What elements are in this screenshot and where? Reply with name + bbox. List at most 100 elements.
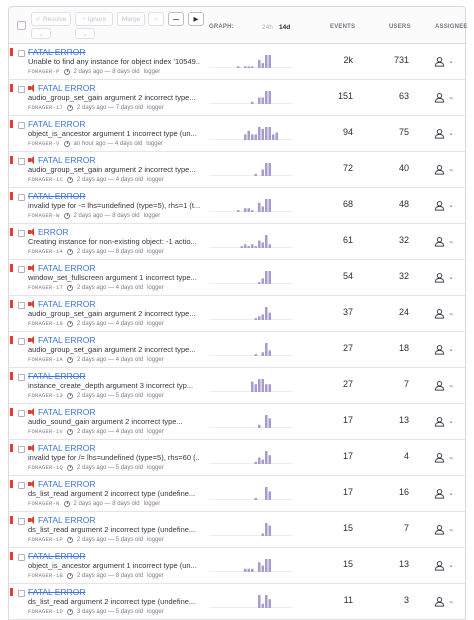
- assignee-selector[interactable]: ⌄: [434, 559, 456, 571]
- events-column-header[interactable]: EVENTS: [330, 24, 355, 30]
- issue-row[interactable]: FATAL ERROR audio_group_set_gain argumen…: [8, 296, 466, 332]
- assignee-selector[interactable]: ⌄: [434, 163, 456, 175]
- issue-title-line[interactable]: FATAL ERROR: [28, 371, 85, 381]
- issue-logger[interactable]: logger: [144, 501, 161, 507]
- issue-checkbox[interactable]: [18, 86, 25, 93]
- issue-short-id[interactable]: FORAGER-P: [28, 68, 60, 75]
- assignee-selector[interactable]: ⌄: [434, 379, 456, 391]
- issue-row[interactable]: FATAL ERROR audio_sound_gain argument 2 …: [8, 404, 466, 440]
- issue-checkbox[interactable]: [18, 446, 25, 453]
- issue-title[interactable]: FATAL ERROR: [38, 155, 95, 165]
- select-all-checkbox[interactable]: [17, 21, 26, 30]
- issue-short-id[interactable]: FORAGER-1C: [28, 176, 63, 183]
- issue-short-id[interactable]: FORAGER-14: [28, 248, 63, 255]
- assignee-selector[interactable]: ⌄: [434, 307, 456, 319]
- issue-title[interactable]: FATAL ERROR: [28, 371, 85, 381]
- issue-title[interactable]: FATAL ERROR: [38, 83, 95, 93]
- issue-title[interactable]: FATAL ERROR: [38, 443, 95, 453]
- issue-checkbox[interactable]: [18, 554, 25, 561]
- issue-title[interactable]: FATAL ERROR: [38, 479, 95, 489]
- issue-checkbox[interactable]: [18, 122, 25, 129]
- issue-title[interactable]: FATAL ERROR: [28, 47, 85, 57]
- issue-logger[interactable]: logger: [146, 141, 163, 147]
- merge-button[interactable]: Merge: [117, 12, 145, 26]
- issue-row[interactable]: ERROR Creating instance for non-existing…: [8, 224, 466, 260]
- resolve-button[interactable]: ✓ Resolve: [31, 12, 71, 26]
- issue-checkbox[interactable]: [18, 482, 25, 489]
- issue-short-id[interactable]: FORAGER-1Q: [28, 464, 63, 471]
- assignee-selector[interactable]: ⌄: [434, 415, 456, 427]
- issue-title-line[interactable]: FATAL ERROR: [28, 407, 95, 417]
- issue-title-line[interactable]: FATAL ERROR: [28, 479, 95, 489]
- issue-logger[interactable]: logger: [147, 609, 164, 615]
- issue-logger[interactable]: logger: [147, 357, 164, 363]
- issue-title-line[interactable]: FATAL ERROR: [28, 587, 85, 597]
- issue-short-id[interactable]: FORAGER-1P: [28, 536, 63, 543]
- issue-short-id[interactable]: FORAGER-1V: [28, 428, 63, 435]
- issue-logger[interactable]: logger: [144, 69, 161, 75]
- more-actions-button[interactable]: —: [168, 12, 184, 26]
- issue-logger[interactable]: logger: [147, 573, 164, 579]
- issue-logger[interactable]: logger: [147, 429, 164, 435]
- issue-row[interactable]: FATAL ERROR object_is_ancestor argument …: [8, 548, 466, 584]
- issue-checkbox[interactable]: [18, 266, 25, 273]
- issue-checkbox[interactable]: [18, 374, 25, 381]
- issue-title-line[interactable]: FATAL ERROR: [28, 443, 95, 453]
- bookmark-button[interactable]: ☆: [148, 12, 164, 26]
- issue-title[interactable]: ERROR: [38, 227, 69, 237]
- issue-short-id[interactable]: FORAGER-W: [28, 212, 60, 219]
- range-24h-toggle[interactable]: 24h: [262, 24, 273, 31]
- issue-short-id[interactable]: FORAGER-1T: [28, 284, 63, 291]
- issue-row[interactable]: FATAL ERROR Unable to find any instance …: [8, 44, 466, 80]
- issue-logger[interactable]: logger: [147, 465, 164, 471]
- issue-title-line[interactable]: FATAL ERROR: [28, 119, 85, 129]
- issue-row[interactable]: FATAL ERROR audio_group_set_gain argumen…: [8, 332, 466, 368]
- assignee-selector[interactable]: ⌄: [434, 487, 456, 499]
- assignee-selector[interactable]: ⌄: [434, 451, 456, 463]
- assignee-selector[interactable]: ⌄: [434, 127, 456, 139]
- issue-title[interactable]: FATAL ERROR: [28, 191, 85, 201]
- issue-checkbox[interactable]: [18, 590, 25, 597]
- assignee-selector[interactable]: ⌄: [434, 91, 456, 103]
- assignee-selector[interactable]: ⌄: [434, 595, 456, 607]
- issue-logger[interactable]: logger: [147, 177, 164, 183]
- issue-short-id[interactable]: FORAGER-1D: [28, 608, 63, 615]
- assignee-selector[interactable]: ⌄: [434, 235, 456, 247]
- issue-short-id[interactable]: FORAGER-1A: [28, 356, 63, 363]
- issue-title-line[interactable]: FATAL ERROR: [28, 47, 85, 57]
- issue-checkbox[interactable]: [18, 230, 25, 237]
- issue-title-line[interactable]: FATAL ERROR: [28, 83, 95, 93]
- users-column-header[interactable]: USERS: [389, 24, 411, 30]
- issue-title-line[interactable]: FATAL ERROR: [28, 263, 95, 273]
- assignee-selector[interactable]: ⌄: [434, 343, 456, 355]
- issue-title[interactable]: FATAL ERROR: [38, 263, 95, 273]
- issue-title[interactable]: FATAL ERROR: [28, 587, 85, 597]
- issue-checkbox[interactable]: [18, 338, 25, 345]
- issue-title[interactable]: FATAL ERROR: [38, 515, 95, 525]
- ignore-dropdown[interactable]: ⌄: [75, 28, 95, 39]
- issue-row[interactable]: FATAL ERROR ds_list_read argument 2 inco…: [8, 584, 466, 620]
- issue-checkbox[interactable]: [18, 50, 25, 57]
- assignee-selector[interactable]: ⌄: [434, 55, 456, 67]
- issue-title-line[interactable]: FATAL ERROR: [28, 191, 85, 201]
- issue-row[interactable]: FATAL ERROR object_is_ancestor argument …: [8, 116, 466, 152]
- issue-title[interactable]: FATAL ERROR: [28, 119, 85, 129]
- issue-title-line[interactable]: FATAL ERROR: [28, 335, 95, 345]
- issue-logger[interactable]: logger: [147, 537, 164, 543]
- issue-title-line[interactable]: FATAL ERROR: [28, 299, 95, 309]
- issue-short-id[interactable]: FORAGER-13: [28, 392, 63, 399]
- issue-row[interactable]: FATAL ERROR invalid type for /= lhs=unde…: [8, 440, 466, 476]
- issue-short-id[interactable]: FORAGER-17: [28, 104, 63, 111]
- realtime-button[interactable]: ▶: [188, 12, 204, 26]
- issue-title[interactable]: FATAL ERROR: [28, 551, 85, 561]
- issue-title-line[interactable]: ERROR: [28, 227, 69, 237]
- issue-logger[interactable]: logger: [147, 285, 164, 291]
- issue-row[interactable]: FATAL ERROR instance_create_depth argume…: [8, 368, 466, 404]
- issue-title[interactable]: FATAL ERROR: [38, 335, 95, 345]
- assignee-selector[interactable]: ⌄: [434, 271, 456, 283]
- issue-checkbox[interactable]: [18, 302, 25, 309]
- issue-logger[interactable]: logger: [147, 321, 164, 327]
- issue-short-id[interactable]: FORAGER-1B: [28, 572, 63, 579]
- issue-checkbox[interactable]: [18, 410, 25, 417]
- issue-row[interactable]: FATAL ERROR audio_group_set_gain argumen…: [8, 80, 466, 116]
